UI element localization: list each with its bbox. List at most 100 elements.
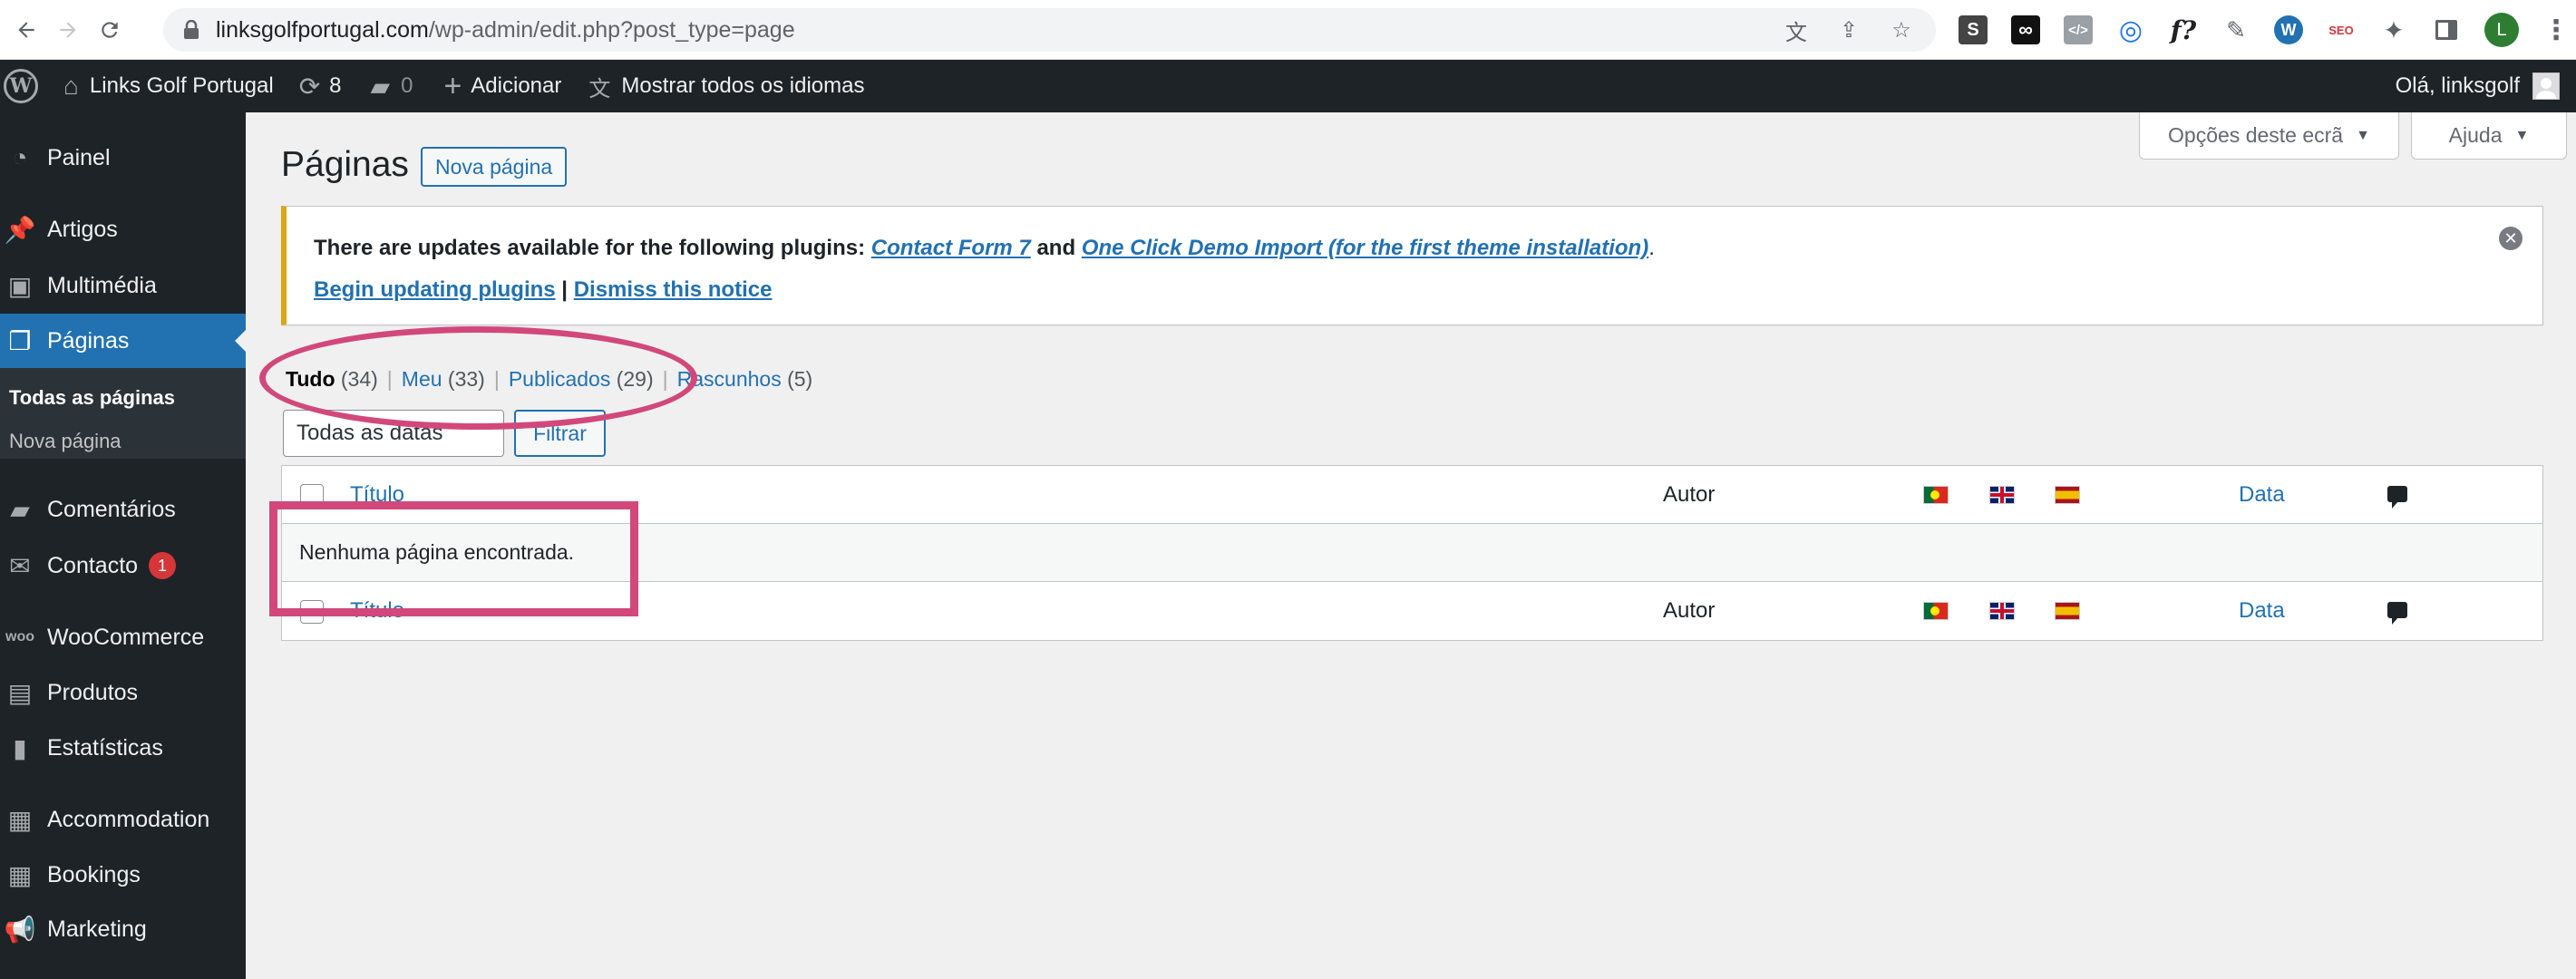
forward-icon[interactable] [53,15,83,45]
submenu-all-pages[interactable]: Todas as páginas [9,386,175,410]
sidebar-item-comentarios[interactable]: ▰ Comentários [0,482,246,537]
extension-font-icon[interactable]: f? [2169,15,2198,45]
new-content-label: Adicionar [471,73,562,98]
building-icon: ▦ [7,805,33,834]
wordpress-logo-icon: W [4,69,38,103]
comments-menu[interactable]: ▰ 0 [371,60,413,112]
notice-message: There are updates available for the foll… [314,236,1655,261]
caret-down-icon: ▼ [2356,127,2370,143]
sidebar-item-label: WooCommerce [47,624,205,650]
column-author-footer: Autor [1663,598,1716,623]
url-host: linksgolfportugal.com [216,16,429,43]
begin-updating-link[interactable]: Begin updating plugins [314,277,556,302]
portugal-flag-icon [1923,602,1949,620]
plugin-update-notice: There are updates available for the foll… [281,206,2543,325]
view-drafts[interactable]: Rascunhos (5) [677,367,813,392]
site-name-menu[interactable]: ⌂ Links Golf Portugal [63,60,274,112]
sidebar-item-painel[interactable]: ◔ Painel [0,131,246,185]
contact-count-badge: 1 [149,552,177,579]
browser-toolbar: linksgolfportugal.com/wp-admin/edit.php?… [0,0,2576,60]
annotation-ellipse [259,326,697,430]
lock-icon [184,20,199,39]
envelope-icon: ✉ [9,551,31,580]
comments-count: 0 [401,73,413,98]
help-button[interactable]: Ajuda ▼ [2411,112,2567,160]
back-icon[interactable] [11,15,42,45]
address-bar[interactable]: linksgolfportugal.com/wp-admin/edit.php?… [163,8,1936,52]
updates-menu[interactable]: ⟳ 8 [299,60,342,112]
comment-icon: ▰ [10,495,30,524]
plugin-link-demo-import[interactable]: One Click Demo Import (for the first the… [1082,236,1648,260]
sidebar-item-label: Bookings [47,861,141,887]
screen-options-button[interactable]: Opções deste ecrã ▼ [2139,112,2399,160]
notice-text: There are updates available for the foll… [314,236,871,260]
dismiss-notice-link[interactable]: Dismiss this notice [574,277,773,302]
notice-actions: Begin updating plugins | Dismiss this no… [314,277,772,303]
sidebar-item-label: Marketing [47,916,147,942]
sidebar-item-label: Accommodation [47,806,210,832]
archive-box-icon: ▤ [7,678,33,707]
extension-pipette-icon[interactable]: ✎ [2221,15,2250,44]
sidebar-item-label: Artigos [47,216,118,242]
pushpin-icon: 📌 [4,215,36,244]
extension-infinity-icon[interactable]: ∞ [2011,15,2040,44]
extension-s-icon[interactable]: S [1959,15,1988,44]
share-icon[interactable]: ⇪ [1836,17,1862,43]
bar-chart-icon: ▮ [13,733,27,762]
sidebar-item-paginas[interactable]: ❐ Páginas [0,314,246,368]
sidebar-item-artigos[interactable]: 📌 Artigos [0,202,246,257]
wordpress-logo-menu[interactable]: W [0,60,38,112]
submenu-new-page[interactable]: Nova página [9,430,122,453]
home-icon: ⌂ [63,72,79,100]
extension-code-icon[interactable]: </> [2064,15,2093,44]
notice-and: and [1030,236,1082,260]
sidebar-item-estatisticas[interactable]: ▮ Estatísticas [0,721,246,775]
languages-menu[interactable]: 文 Mostrar todos os idiomas [588,60,864,112]
help-label: Ajuda [2448,123,2503,147]
updates-count: 8 [329,73,342,98]
column-author-header: Autor [1663,481,1716,507]
portugal-flag-icon [1923,486,1949,504]
reload-icon[interactable] [94,15,125,45]
sidebar-item-marketing[interactable]: 📢 Marketing [0,902,246,956]
close-icon[interactable]: ✕ [2499,227,2523,250]
column-date-footer[interactable]: Data [2239,598,2285,624]
add-new-page-button[interactable]: Nova página [421,147,568,187]
new-content-menu[interactable]: + Adicionar [443,60,561,112]
megaphone-icon: 📢 [4,915,36,944]
pages-submenu: Todas as páginas Nova página [0,368,246,459]
sidebar-item-accommodation[interactable]: ▦ Accommodation [0,792,246,847]
sidebar-item-label: Produtos [47,679,139,705]
browser-menu-icon[interactable]: ⋮ [2542,15,2570,46]
column-date-header[interactable]: Data [2239,482,2285,508]
notice-period: . [1648,236,1655,260]
extensions-puzzle-icon[interactable]: ✦ [2379,15,2408,44]
caret-down-icon: ▼ [2514,127,2530,143]
sidebar-item-produtos[interactable]: ▤ Produtos [0,665,246,720]
plugin-link-contact-form[interactable]: Contact Form 7 [871,236,1031,260]
languages-label: Mostrar todos os idiomas [621,73,865,98]
pages-icon: ❐ [8,326,32,355]
plus-icon: + [443,68,462,103]
notice-separator: | [555,277,574,302]
sidebar-item-label: Comentários [47,496,176,522]
bookmark-star-icon[interactable]: ☆ [1889,17,1914,43]
sidebar-item-bookings[interactable]: ▦ Bookings [0,848,246,902]
sidebar-item-label: Multimédia [47,272,157,298]
sidebar-item-multimedia[interactable]: ▣ Multimédia [0,258,246,313]
admin-sidebar: ◔ Painel 📌 Artigos ▣ Multimédia ❐ Página… [0,112,246,979]
sidebar-item-label: Contacto [47,552,139,578]
spain-flag-icon [2055,602,2080,620]
sidebar-item-woocommerce[interactable]: woo WooCommerce [0,610,246,664]
extension-wordpress-icon[interactable]: W [2274,15,2303,44]
side-panel-icon[interactable] [2432,15,2461,44]
translate-icon[interactable]: 文 [1784,17,1809,45]
extension-circle-icon[interactable]: ◎ [2116,15,2145,45]
account-greeting: Olá, linksgolf [2395,73,2520,98]
my-account-menu[interactable]: Olá, linksgolf [2396,60,2560,112]
dashboard-gauge-icon: ◔ [12,143,28,171]
uk-flag-icon [1989,602,2015,620]
extension-seo-icon[interactable]: SEO [2327,15,2356,44]
sidebar-item-contacto[interactable]: ✉ Contacto 1 [0,538,246,593]
profile-avatar[interactable]: L [2484,13,2519,47]
